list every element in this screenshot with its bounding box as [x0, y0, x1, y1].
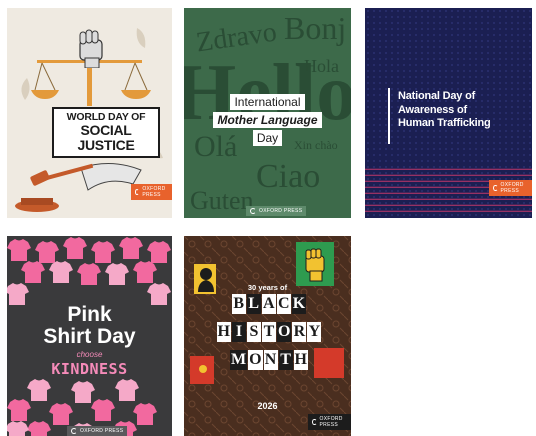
title-line-1: National Day of — [398, 90, 476, 102]
raised-fist-icon — [305, 248, 325, 282]
title-line-3: Human Trafficking — [398, 117, 491, 129]
cut-letter: L — [246, 294, 261, 314]
title-line-2: Awareness of — [398, 103, 467, 116]
card-human-trafficking-awareness[interactable]: National Day of Awareness of Human Traff… — [365, 8, 532, 218]
title-line-2: Mother Language — [213, 112, 322, 128]
logo-icon — [493, 185, 498, 191]
cut-letter: H — [293, 350, 308, 370]
logo-text: OXFORD PRESS — [80, 428, 124, 434]
cut-letter: C — [276, 294, 291, 314]
publisher-logo: OXFORD PRESS — [246, 206, 307, 216]
cut-letter: Y — [307, 322, 322, 342]
logo-text: OXFORD PRESS — [142, 186, 166, 198]
cut-letter: O — [277, 322, 292, 342]
cut-letter: H — [216, 322, 231, 342]
cut-letter: T — [262, 322, 276, 342]
word-history: H I S T O R Y — [194, 322, 344, 342]
publisher-logo: OXFORD PRESS — [131, 184, 172, 200]
cut-letter: N — [263, 350, 278, 370]
human-trafficking-title: National Day of Awareness of Human Traff… — [398, 90, 523, 131]
bg-word: Bonj — [284, 10, 347, 46]
bg-word: Guten — [190, 186, 254, 215]
gavel-icon — [15, 163, 142, 212]
word-black: B L A C K — [194, 294, 344, 314]
cut-letter: M — [229, 350, 248, 370]
title-line-1: International — [230, 94, 305, 110]
card-black-history-month[interactable]: 30 years of B L A C K H I S T O R Y M O … — [184, 236, 351, 436]
cut-letter: B — [231, 294, 246, 314]
cut-letter: S — [247, 322, 261, 342]
publisher-logo: OXFORD PRESS — [67, 426, 128, 436]
flower-icon — [193, 359, 213, 379]
logo-text: OXFORD PRESS — [500, 182, 524, 194]
cut-letter: T — [278, 350, 293, 370]
year-text: 2026 — [257, 401, 278, 411]
publisher-logo: OXFORD PRESS — [308, 414, 351, 430]
bg-word: Ciao — [256, 158, 321, 195]
cut-letter: A — [261, 294, 276, 314]
logo-icon — [135, 189, 140, 195]
title-line-3: Day — [252, 130, 283, 146]
logo-icon — [71, 428, 77, 434]
accent-divider — [388, 88, 390, 144]
card-pink-shirt-day[interactable]: Pink Shirt Day choose KINDNESS OXFORD PR… — [7, 236, 172, 436]
cut-letter: R — [292, 322, 307, 342]
card-international-mother-language-day[interactable]: Zdravo Bonj Hello Olá Ciao Guten Xin chà… — [184, 8, 351, 218]
cut-letter: K — [291, 294, 307, 314]
logo-text: OXFORD PRESS — [259, 208, 303, 214]
logo-text: OXFORD PRESS — [319, 416, 343, 428]
bg-word: Hola — [304, 56, 339, 76]
logo-icon — [312, 419, 317, 425]
card-world-day-social-justice[interactable]: WORLD DAY OF SOCIAL JUSTICE OXFORD PRESS — [7, 8, 172, 218]
mother-language-title: International Mother Language Day — [204, 93, 331, 147]
choose-text: choose — [76, 350, 103, 359]
pink-shirt-title: Pink Shirt Day — [7, 304, 172, 348]
publisher-logo: OXFORD PRESS — [489, 180, 532, 196]
title-line-2: Shirt Day — [43, 325, 136, 348]
word-month: M O N T H — [194, 350, 344, 370]
cut-letter: O — [248, 350, 263, 370]
raised-fist-icon — [79, 29, 103, 68]
title-line-1: Pink — [67, 303, 112, 326]
cut-letter: I — [232, 322, 246, 342]
resource-grid: WORLD DAY OF SOCIAL JUSTICE OXFORD PRESS… — [0, 0, 536, 436]
years-text: 30 years of — [247, 283, 288, 292]
logo-icon — [250, 208, 256, 214]
kindness-text: KINDNESS — [51, 360, 128, 378]
